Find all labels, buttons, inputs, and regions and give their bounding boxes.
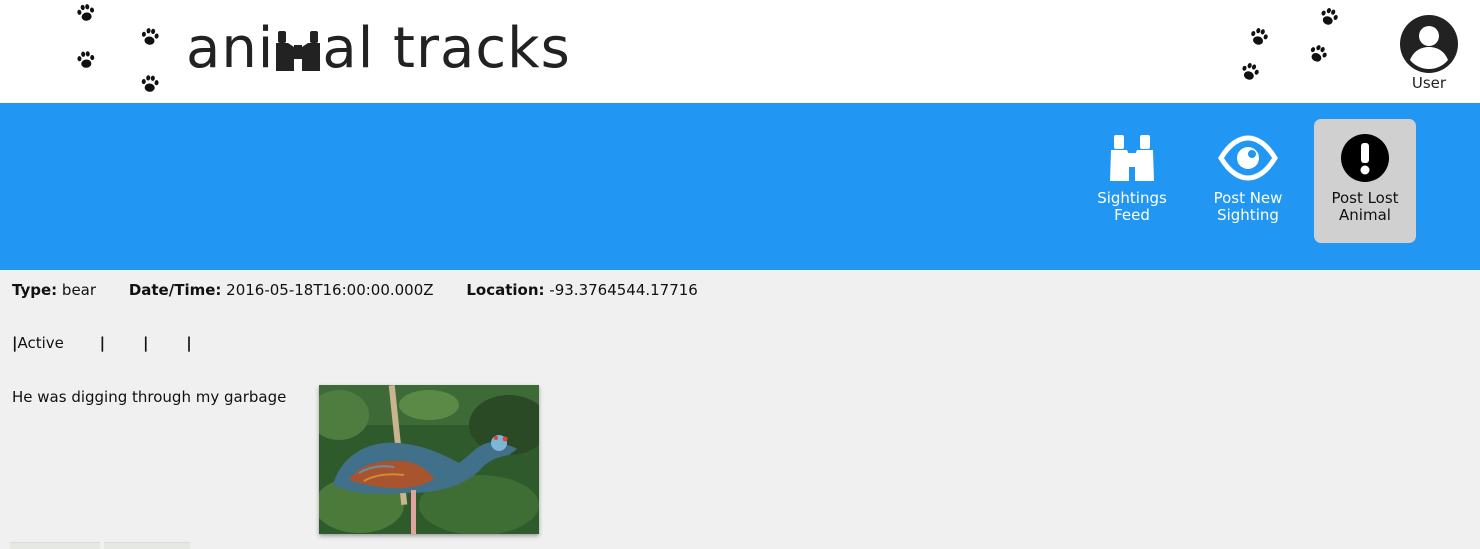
- type-label: Type:: [12, 281, 58, 299]
- site-logo[interactable]: ani al tracks: [186, 14, 571, 84]
- paw-icon: [1236, 58, 1264, 86]
- nav-sightings-feed[interactable]: Sightings Feed: [1081, 119, 1183, 243]
- nav-post-lost-animal[interactable]: Post Lost Animal: [1314, 119, 1416, 243]
- nav-label-line2: Animal: [1339, 206, 1391, 224]
- location-value: -93.3764544.17716: [549, 281, 698, 299]
- bottom-tab[interactable]: [104, 542, 190, 549]
- logo-text-start: ani: [186, 16, 275, 81]
- separator: |: [142, 334, 149, 352]
- datetime-value: 2016-05-18T16:00:00.000Z: [226, 281, 434, 299]
- status-text: Active: [17, 334, 64, 352]
- nav-post-new-sighting[interactable]: Post New Sighting: [1197, 119, 1299, 243]
- paw-icon: [73, 0, 98, 25]
- main-nav: Sightings Feed Post New Sighting Post Lo…: [0, 103, 1480, 270]
- datetime-label: Date/Time:: [128, 281, 222, 299]
- type-field: Type: bear: [12, 281, 96, 299]
- nav-label-line2: Sighting: [1217, 206, 1279, 224]
- sighting-info: Type: bear Date/Time: 2016-05-18T16:00:0…: [12, 281, 726, 299]
- paw-icon: [1315, 3, 1343, 31]
- user-menu-button[interactable]: User: [1398, 14, 1460, 94]
- exclamation-circle-icon: [1335, 133, 1395, 183]
- bottom-tabs: [10, 542, 196, 549]
- separator: |: [186, 334, 192, 352]
- sighting-description: He was digging through my garbage: [12, 388, 287, 406]
- paw-icon: [138, 25, 163, 50]
- nav-label-line1: Post Lost: [1331, 189, 1399, 207]
- paw-icon: [74, 48, 98, 72]
- logo-text-end: al tracks: [322, 16, 571, 81]
- binoculars-icon: [274, 27, 322, 73]
- header: ani al tracks User: [0, 0, 1480, 103]
- status-line: |Active | | |: [12, 334, 192, 352]
- account-circle-icon: [1399, 14, 1459, 74]
- nav-label-line1: Post New: [1213, 189, 1283, 207]
- bottom-tab[interactable]: [10, 542, 100, 549]
- paw-icon: [1303, 39, 1332, 68]
- nav-label-line2: Feed: [1114, 206, 1150, 224]
- datetime-field: Date/Time: 2016-05-18T16:00:00.000Z: [129, 281, 434, 299]
- type-value: bear: [61, 281, 97, 299]
- separator: |: [99, 334, 106, 352]
- eye-icon: [1218, 133, 1278, 183]
- location-field: Location: -93.3764544.17716: [466, 281, 698, 299]
- nav-label-line1: Sightings: [1097, 189, 1167, 207]
- location-label: Location:: [466, 281, 545, 299]
- sighting-photo: [319, 385, 539, 534]
- paw-icon: [1246, 24, 1273, 51]
- user-label: User: [1411, 74, 1447, 92]
- paw-icon: [138, 72, 162, 96]
- binoculars-icon: [1102, 133, 1162, 183]
